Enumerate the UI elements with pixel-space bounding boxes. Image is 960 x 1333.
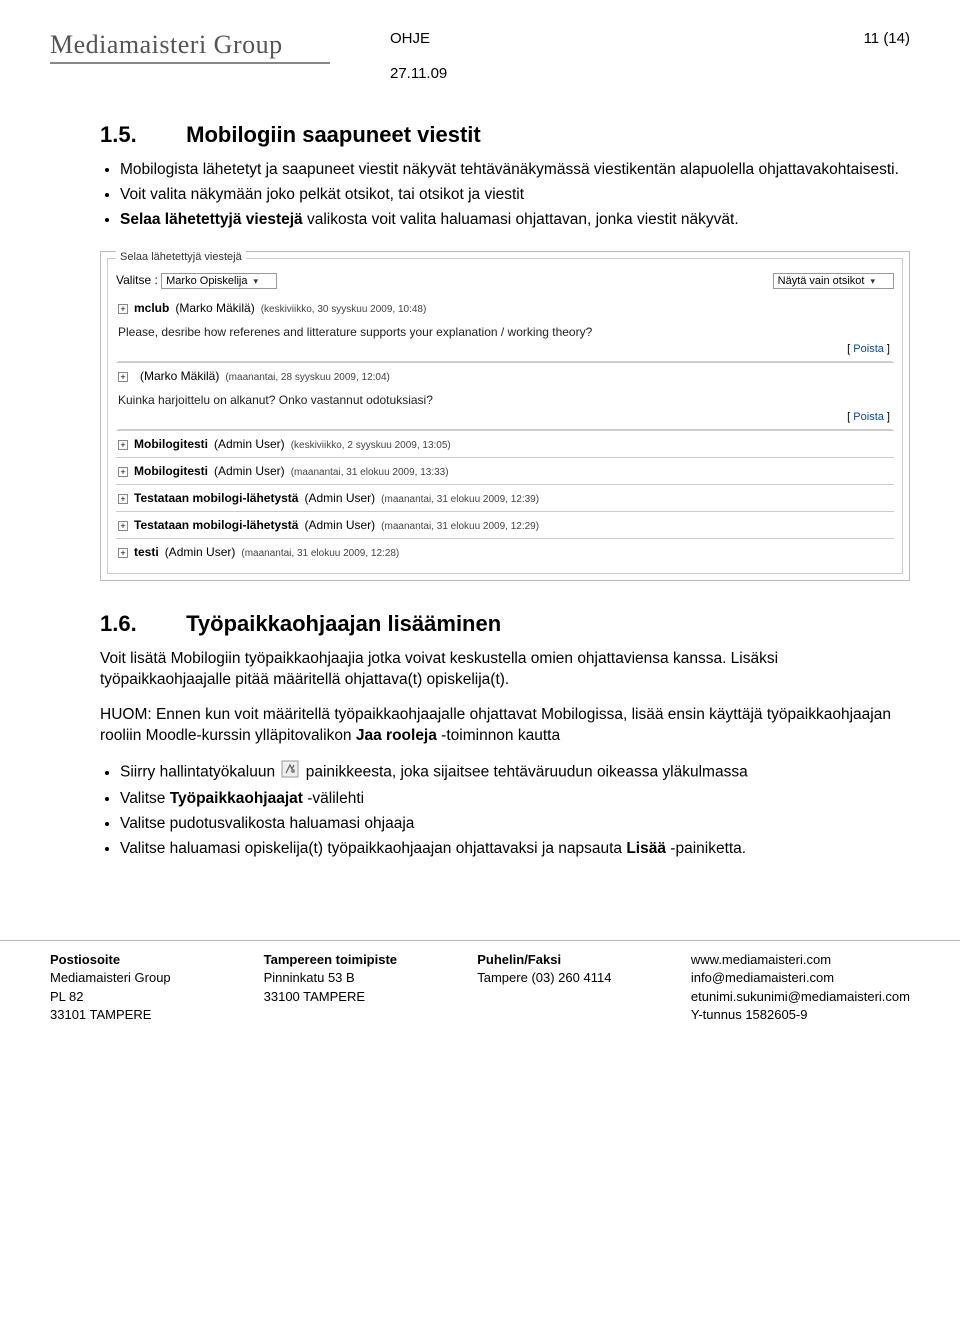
bullet: Valitse pudotusvalikosta haluamasi ohjaa… xyxy=(120,814,910,835)
fieldset-legend: Selaa lähetettyjä viestejä xyxy=(116,251,246,263)
message-subject: Mobilogitesti xyxy=(134,464,208,478)
footer-col1-heading: Postiosoite xyxy=(50,951,264,969)
message-user: (Admin User) xyxy=(304,518,375,532)
logo-text: Mediamaisteri Group xyxy=(50,30,330,60)
message-row[interactable]: + mclub (Marko Mäkilä) (keskiviikko, 30 s… xyxy=(116,295,894,321)
doc-date: 27.11.09 xyxy=(390,65,864,82)
poista-link[interactable]: Poista xyxy=(853,411,884,423)
section-1-6-number: 1.6. xyxy=(100,611,180,637)
section-1-6-heading: 1.6. Työpaikkaohjaajan lisääminen xyxy=(100,611,910,637)
poista-link-wrap: [ Poista ] xyxy=(116,341,894,361)
message-meta: (keskiviikko, 2 syyskuu 2009, 13:05) xyxy=(291,440,451,451)
section-1-5-number: 1.5. xyxy=(100,122,180,148)
bullet: Valitse haluamasi opiskelija(t) työpaikk… xyxy=(120,839,910,860)
message-body: Please, desribe how referenes and litter… xyxy=(116,321,894,341)
message-meta: (maanantai, 31 elokuu 2009, 12:29) xyxy=(381,521,539,532)
section-1-6-para1: Voit lisätä Mobilogiin työpaikkaohjaajia… xyxy=(100,649,910,691)
message-user: (Admin User) xyxy=(214,464,285,478)
message-row[interactable]: + (Marko Mäkilä) (maanantai, 28 syyskuu … xyxy=(116,362,894,389)
message-meta: (keskiviikko, 30 syyskuu 2009, 10:48) xyxy=(261,304,427,315)
footer-text: Pinninkatu 53 B xyxy=(264,969,478,987)
bullet: Siirry hallintatyökaluun painikkeesta, j… xyxy=(120,760,910,785)
footer-text: Tampere (03) 260 4114 xyxy=(477,969,691,987)
section-1-6-title: Työpaikkaohjaajan lisääminen xyxy=(186,611,501,636)
message-row[interactable]: + Mobilogitesti (Admin User) (keskiviikko… xyxy=(116,430,894,457)
message-meta: (maanantai, 31 elokuu 2009, 12:28) xyxy=(241,548,399,559)
section-1-6-bullets: Siirry hallintatyökaluun painikkeesta, j… xyxy=(120,760,910,860)
expand-icon[interactable]: + xyxy=(118,494,128,504)
message-subject: mclub xyxy=(134,301,169,315)
footer-divider xyxy=(0,940,960,941)
footer-text: info@mediamaisteri.com xyxy=(691,969,910,987)
message-row[interactable]: + Mobilogitesti (Admin User) (maanantai, … xyxy=(116,457,894,484)
message-meta: (maanantai, 31 elokuu 2009, 12:39) xyxy=(381,494,539,505)
footer-text: 33101 TAMPERE xyxy=(50,1006,264,1024)
message-meta: (maanantai, 28 syyskuu 2009, 12:04) xyxy=(225,372,390,383)
section-1-5-title: Mobilogiin saapuneet viestit xyxy=(186,122,481,147)
footer-text: 33100 TAMPERE xyxy=(264,988,478,1006)
bullet: Voit valita näkymään joko pelkät otsikot… xyxy=(120,185,910,206)
message-row[interactable]: + testi (Admin User) (maanantai, 31 eloku… xyxy=(116,538,894,565)
page-counter: 11 (14) xyxy=(864,30,910,47)
message-subject: Testataan mobilogi-lähetystä xyxy=(134,518,298,532)
logo-underline xyxy=(50,62,330,64)
messages-screenshot: Selaa lähetettyjä viestejä Valitse : Mar… xyxy=(100,251,910,581)
footer-col2-heading: Tampereen toimipiste xyxy=(264,951,478,969)
message-subject: Mobilogitesti xyxy=(134,437,208,451)
chevron-down-icon: ▾ xyxy=(253,276,258,287)
doc-type: OHJE xyxy=(390,30,864,47)
section-1-5-bullets: Mobilogista lähetetyt ja saapuneet viest… xyxy=(120,160,910,231)
poista-link[interactable]: Poista xyxy=(853,343,884,355)
bold-text: Selaa lähetettyjä viestejä xyxy=(120,211,303,228)
message-body: Kuinka harjoittelu on alkanut? Onko vast… xyxy=(116,389,894,409)
message-subject: Testataan mobilogi-lähetystä xyxy=(134,491,298,505)
expand-icon[interactable]: + xyxy=(118,304,128,314)
message-user: (Admin User) xyxy=(165,545,236,559)
expand-icon[interactable]: + xyxy=(118,521,128,531)
footer-text: etunimi.sukunimi@mediamaisteri.com xyxy=(691,988,910,1006)
valitse-select[interactable]: Marko Opiskelija▾ xyxy=(161,273,277,289)
expand-icon[interactable]: + xyxy=(118,467,128,477)
message-user: (Admin User) xyxy=(304,491,375,505)
message-meta: (maanantai, 31 elokuu 2009, 13:33) xyxy=(291,467,449,478)
message-subject: testi xyxy=(134,545,159,559)
footer-text: PL 82 xyxy=(50,988,264,1006)
message-row[interactable]: + Testataan mobilogi-lähetystä (Admin Use… xyxy=(116,484,894,511)
nayta-select[interactable]: Näytä vain otsikot▾ xyxy=(773,273,894,289)
footer: Postiosoite Mediamaisteri Group PL 82 33… xyxy=(0,951,960,1044)
expand-icon[interactable]: + xyxy=(118,372,128,382)
message-user: (Marko Mäkilä) xyxy=(175,301,254,315)
poista-link-wrap: [ Poista ] xyxy=(116,409,894,429)
section-1-6-para2: HUOM: Ennen kun voit määritellä työpaikk… xyxy=(100,705,910,747)
footer-text: Y-tunnus 1582605-9 xyxy=(691,1006,910,1024)
settings-icon xyxy=(281,760,299,785)
bullet-rest: valikosta voit valita haluamasi ohjattav… xyxy=(307,211,739,228)
bullet: Selaa lähetettyjä viestejä valikosta voi… xyxy=(120,210,910,231)
footer-text: Mediamaisteri Group xyxy=(50,969,264,987)
footer-col3-heading: Puhelin/Faksi xyxy=(477,951,691,969)
chevron-down-icon: ▾ xyxy=(870,276,875,287)
bullet: Mobilogista lähetetyt ja saapuneet viest… xyxy=(120,160,910,181)
bullet: Valitse Työpaikkaohjaajat -välilehti xyxy=(120,789,910,810)
valitse-label: Valitse : xyxy=(116,273,158,287)
footer-text: www.mediamaisteri.com xyxy=(691,951,910,969)
message-user: (Marko Mäkilä) xyxy=(140,369,219,383)
message-user: (Admin User) xyxy=(214,437,285,451)
message-row[interactable]: + Testataan mobilogi-lähetystä (Admin Use… xyxy=(116,511,894,538)
expand-icon[interactable]: + xyxy=(118,440,128,450)
section-1-5-heading: 1.5. Mobilogiin saapuneet viestit xyxy=(100,122,910,148)
expand-icon[interactable]: + xyxy=(118,548,128,558)
